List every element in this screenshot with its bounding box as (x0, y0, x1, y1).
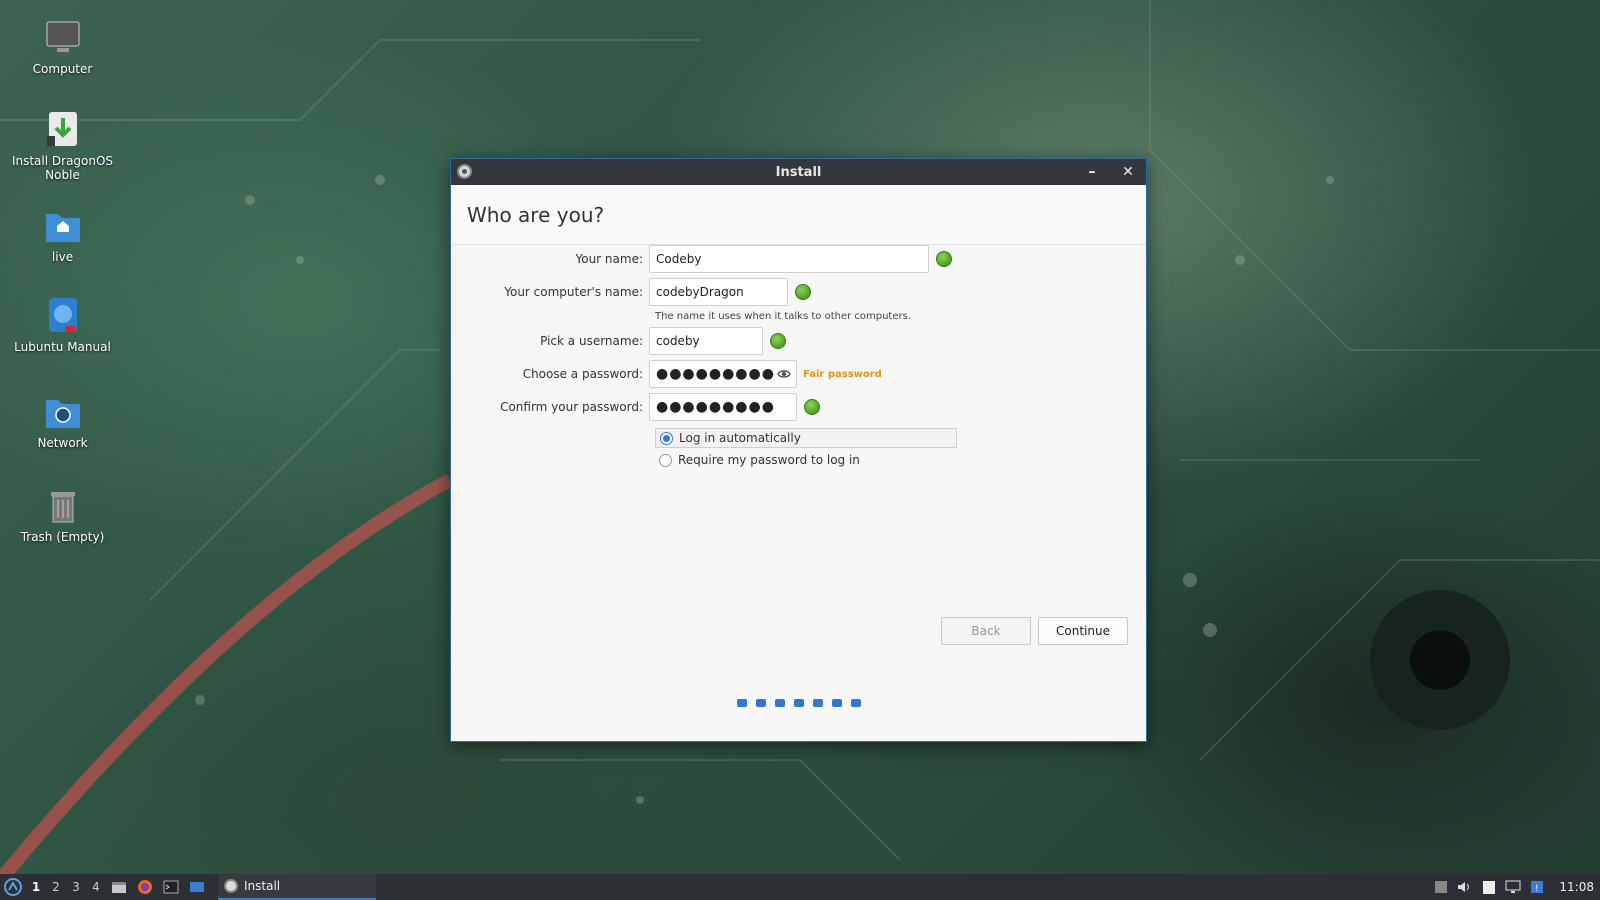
firefox-launcher[interactable] (134, 876, 156, 898)
desktop-icon-label: Computer (32, 62, 93, 76)
file-manager-launcher[interactable] (108, 876, 130, 898)
page-title: Who are you? (451, 185, 1146, 245)
network-tray-icon[interactable] (1505, 879, 1521, 895)
show-password-icon[interactable] (777, 367, 791, 381)
install-window: Install – ✕ Who are you? Your name: Your… (450, 158, 1147, 742)
step-dot (737, 699, 747, 707)
desktop-icon-label: live (51, 250, 74, 264)
workspace-3[interactable]: 3 (66, 880, 86, 894)
desktop-icon-trash[interactable]: Trash (Empty) (8, 486, 117, 544)
confirm-password-field[interactable] (649, 393, 797, 421)
step-dot (775, 699, 785, 707)
progress-steps (737, 699, 861, 707)
computer-icon (43, 18, 83, 58)
manual-icon (43, 296, 83, 336)
login-auto-label: Log in automatically (679, 431, 801, 445)
desktop-icon-install[interactable]: Install DragonOS Noble (8, 110, 117, 182)
login-auto-option[interactable]: Log in automatically (655, 428, 957, 448)
name-ok-icon (936, 251, 952, 267)
home-folder-icon (43, 206, 83, 246)
workspace-4[interactable]: 4 (86, 880, 106, 894)
svg-text:!: ! (1535, 884, 1539, 894)
username-row: Pick a username: (451, 327, 786, 355)
network-folder-icon (43, 392, 83, 432)
lubuntu-logo-icon (4, 878, 22, 896)
firefox-icon (138, 880, 152, 894)
desktop-icon-label: Network (37, 436, 88, 450)
installer-app-icon (457, 164, 472, 179)
system-tray: ! 11:08 (1433, 874, 1600, 900)
desktop-icon-label: Lubuntu Manual (14, 340, 111, 354)
start-menu-button[interactable] (0, 874, 26, 900)
computer-ok-icon (795, 284, 811, 300)
password-row: Choose a password: Fair password (451, 360, 882, 388)
computer-label: Your computer's name: (504, 285, 643, 299)
volume-icon[interactable] (1457, 879, 1473, 895)
window-title: Install (775, 164, 822, 180)
clipboard-icon[interactable] (1481, 879, 1497, 895)
show-desktop-launcher[interactable] (186, 876, 208, 898)
clock[interactable]: 11:08 (1559, 880, 1594, 894)
taskbar: 1 2 3 4 Install ! 11:08 (0, 874, 1600, 900)
desktop-icon-label: Trash (Empty) (20, 530, 105, 544)
installer-task-icon (224, 879, 238, 893)
desktop-icon-computer[interactable]: Computer (8, 18, 117, 76)
updates-icon[interactable]: ! (1529, 879, 1545, 895)
trash-icon (43, 486, 83, 526)
step-dot (756, 699, 766, 707)
window-titlebar[interactable]: Install – ✕ (451, 159, 1146, 185)
password-strength: Fair password (803, 368, 882, 380)
password-field[interactable] (649, 360, 797, 388)
login-require-label: Require my password to log in (678, 453, 860, 467)
username-field[interactable] (649, 327, 763, 355)
terminal-launcher[interactable] (160, 876, 182, 898)
login-require-radio[interactable] (659, 453, 672, 467)
workspace-2[interactable]: 2 (46, 880, 66, 894)
computer-row: Your computer's name: (451, 278, 811, 306)
computer-name-hint: The name it uses when it talks to other … (655, 311, 912, 322)
step-dot (813, 699, 823, 707)
workspace-1[interactable]: 1 (26, 880, 46, 894)
username-label: Pick a username: (540, 334, 643, 348)
desktop-icon-live[interactable]: live (8, 206, 117, 264)
password-label: Choose a password: (522, 367, 643, 381)
login-require-option[interactable]: Require my password to log in (655, 450, 860, 470)
desktop-icon-label: Install DragonOS Noble (11, 154, 114, 182)
confirm-row: Confirm your password: (451, 393, 820, 421)
step-dot (851, 699, 861, 707)
login-auto-radio[interactable] (660, 431, 673, 445)
close-button[interactable]: ✕ (1118, 162, 1138, 182)
step-dot (794, 699, 804, 707)
username-ok-icon (770, 333, 786, 349)
name-field[interactable] (649, 245, 929, 273)
installer-icon (43, 110, 83, 150)
name-row: Your name: (451, 245, 952, 273)
confirm-ok-icon (804, 399, 820, 415)
name-label: Your name: (575, 252, 643, 266)
taskbar-task-label: Install (244, 879, 281, 893)
computer-name-field[interactable] (649, 278, 788, 306)
back-button[interactable]: Back (941, 617, 1031, 645)
confirm-label: Confirm your password: (500, 400, 643, 414)
desktop-icon (190, 882, 204, 892)
minimize-button[interactable]: – (1082, 162, 1102, 182)
terminal-icon (163, 880, 179, 894)
continue-button[interactable]: Continue (1038, 617, 1128, 645)
desktop-icon-lubuntu-manual[interactable]: Lubuntu Manual (8, 296, 117, 354)
keyboard-layout-icon[interactable] (1433, 879, 1449, 895)
step-dot (832, 699, 842, 707)
desktop-icon-network[interactable]: Network (8, 392, 117, 450)
file-manager-icon (112, 882, 126, 893)
taskbar-task-install[interactable]: Install (218, 874, 376, 900)
